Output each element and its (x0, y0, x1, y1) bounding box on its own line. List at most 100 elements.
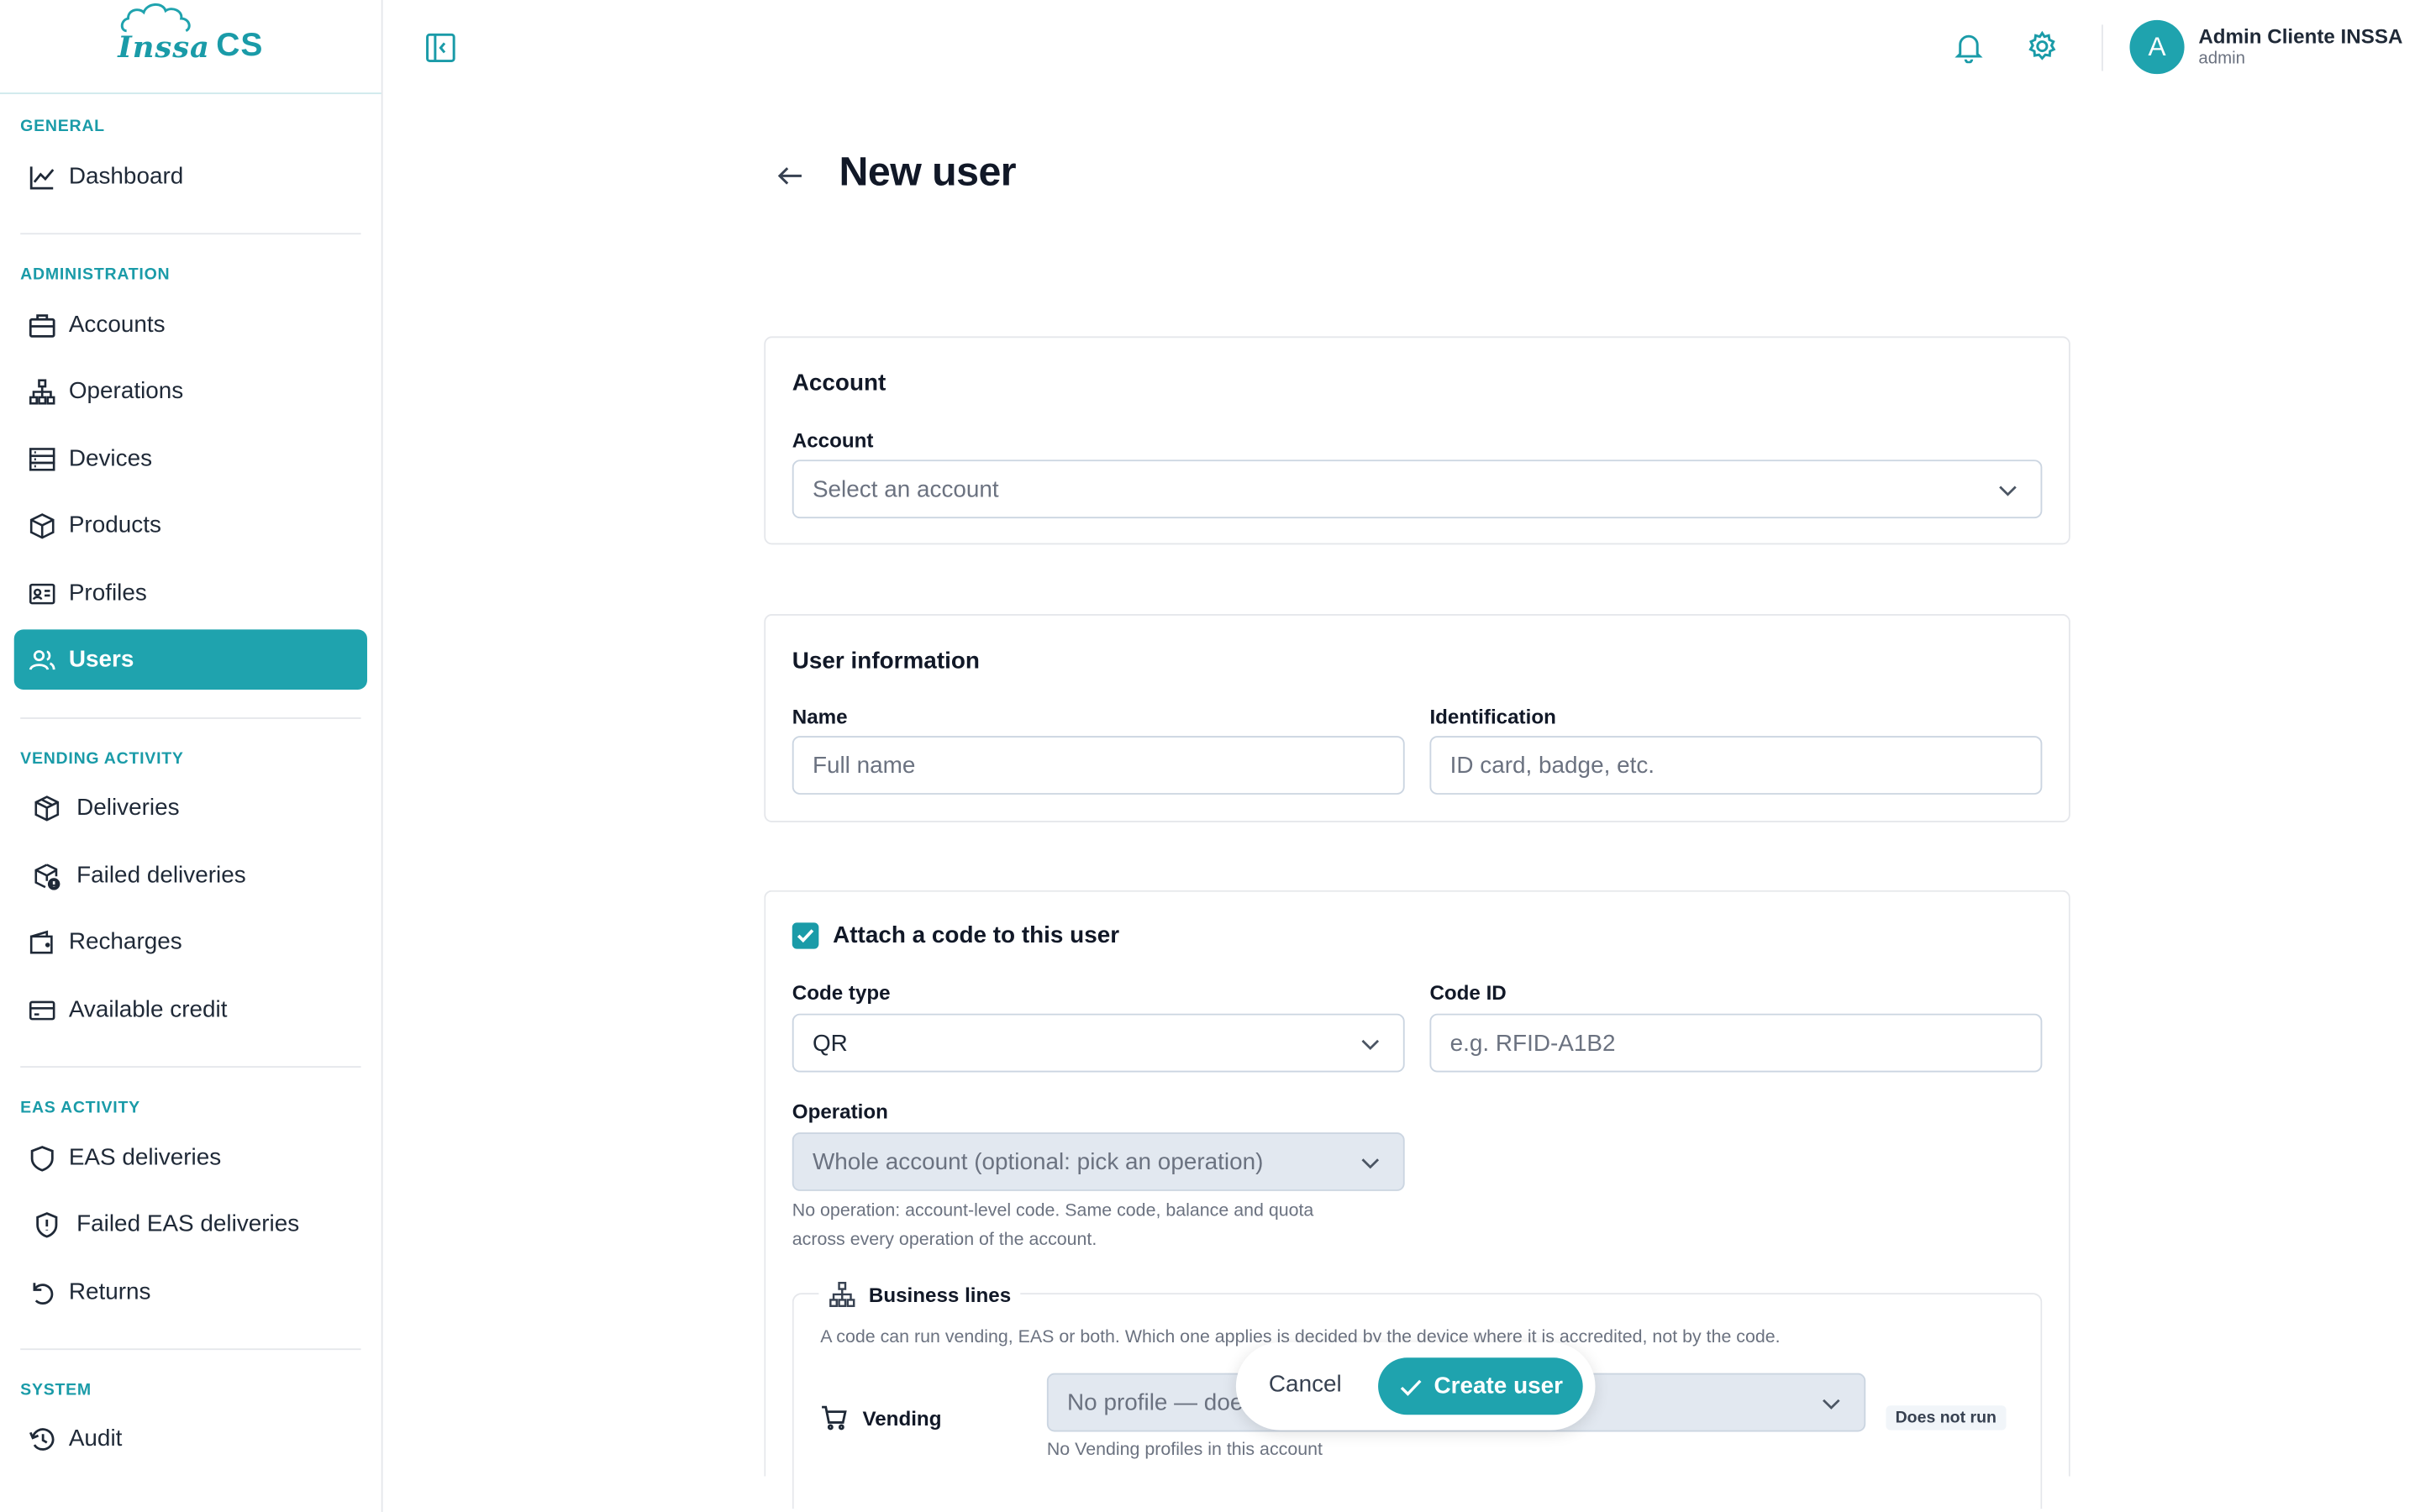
section-general: GENERAL (20, 117, 105, 136)
sidebar-item-audit[interactable]: Audit (14, 1409, 367, 1469)
chevron-down-icon (1361, 1158, 1380, 1169)
sidebar-item-label: Accounts (68, 312, 166, 339)
sidebar-divider (20, 233, 361, 235)
sidebar-item-available-credit[interactable]: Available credit (14, 979, 367, 1040)
sidebar-item-dashboard[interactable]: Dashboard (14, 146, 367, 207)
vending-help: No Vending profiles in this account (1046, 1441, 1323, 1460)
operation-help-line-1: No operation: account-level code. Same c… (792, 1201, 1314, 1221)
hierarchy-icon (829, 1282, 855, 1307)
sidebar-item-products[interactable]: Products (14, 496, 367, 556)
chevron-down-icon (1999, 486, 2017, 496)
sidebar-item-label: Profiles (68, 580, 147, 606)
cart-icon (822, 1405, 847, 1431)
sidebar-item-deliveries[interactable]: Deliveries (14, 778, 367, 838)
sidebar-item-label: Returns (68, 1278, 151, 1305)
sidebar-item-failed-eas-deliveries[interactable]: Failed EAS deliveries (14, 1194, 367, 1255)
id-card-icon (27, 578, 58, 609)
box-icon (27, 510, 58, 541)
sidebar-item-recharges[interactable]: Recharges (14, 911, 367, 972)
section-system: SYSTEM (20, 1380, 92, 1399)
logo-word-cs: CS (216, 28, 264, 64)
sidebar-item-returns[interactable]: Returns (14, 1262, 367, 1322)
create-user-label: Create user (1434, 1373, 1563, 1399)
sidebar-item-label: Failed EAS deliveries (76, 1210, 300, 1238)
back-arrow-icon[interactable] (775, 160, 806, 192)
sidebar-item-label: Deliveries (76, 794, 180, 822)
sidebar-item-label: Dashboard (68, 163, 184, 190)
operation-help-line-2: across every operation of the account. (792, 1231, 1097, 1250)
sidebar-item-label: Audit (68, 1425, 123, 1452)
users-icon (27, 644, 58, 675)
logo-area: Inssa CS (0, 0, 381, 95)
vending-row-label: Vending (820, 1404, 941, 1431)
package-icon (31, 792, 62, 823)
shield-alert-icon (31, 1209, 62, 1240)
operation-select[interactable]: Whole account (optional: pick an operati… (792, 1132, 1405, 1191)
sidebar-item-label: Operations (68, 377, 184, 405)
header-separator (2102, 24, 2103, 71)
status-badge: Does not run (1886, 1405, 2007, 1431)
name-input-placeholder: Full name (812, 752, 916, 779)
name-label: Name (792, 705, 848, 728)
business-lines-legend: Business lines (818, 1280, 1021, 1309)
bell-icon[interactable] (1952, 29, 1986, 64)
floating-action-bar: Cancel Create user (1235, 1341, 1596, 1431)
sidebar-item-failed-deliveries[interactable]: Failed deliveries (14, 846, 367, 906)
briefcase-icon (27, 309, 58, 340)
user-name[interactable]: Admin Cliente INSSA (2198, 24, 2402, 48)
sidebar-item-profiles[interactable]: Profiles (14, 563, 367, 623)
card-title: Account (792, 370, 886, 397)
attach-code-checkbox[interactable] (792, 922, 819, 949)
operation-label: Operation (792, 1100, 888, 1124)
sidebar-item-users[interactable]: Users (13, 629, 367, 690)
sidebar-item-label: Users (68, 646, 134, 673)
sidebar-divider (20, 1066, 361, 1068)
code-type-label: Code type (792, 981, 891, 1005)
chevron-down-icon (1361, 1039, 1380, 1050)
brand-logo[interactable]: Inssa CS (118, 3, 264, 66)
code-type-value: QR (812, 1029, 848, 1057)
rotate-ccw-icon (27, 1277, 58, 1308)
code-id-input[interactable]: e.g. RFID-A1B2 (1429, 1013, 2043, 1073)
create-user-button[interactable]: Create user (1378, 1357, 1583, 1415)
identification-label: Identification (1429, 705, 1556, 728)
sidebar-item-accounts[interactable]: Accounts (14, 295, 367, 355)
logo-word-inssa: Inssa (118, 30, 210, 66)
card-title: User information (792, 648, 980, 675)
sidebar-divider (20, 717, 361, 719)
identification-input-placeholder: ID card, badge, etc. (1449, 752, 1655, 779)
page-title: New user (839, 148, 1017, 195)
chevron-down-icon (1823, 1399, 1840, 1410)
sidebar-item-eas-deliveries[interactable]: EAS deliveries (14, 1128, 367, 1189)
hierarchy-icon (27, 375, 58, 407)
history-icon (27, 1423, 58, 1454)
attach-code-label[interactable]: Attach a code to this user (833, 922, 1119, 948)
sidebar-item-operations[interactable]: Operations (14, 361, 367, 422)
name-input[interactable]: Full name (792, 736, 1405, 795)
account-select[interactable]: Select an account (792, 459, 2043, 519)
cancel-button[interactable]: Cancel (1269, 1372, 1342, 1398)
sidebar-item-label: Failed deliveries (76, 862, 246, 889)
sidebar-toggle-icon[interactable] (424, 31, 458, 65)
account-card: Account Account Select an account (764, 336, 2070, 545)
package-alert-icon (31, 860, 62, 891)
sidebar-item-label: Devices (68, 445, 153, 473)
code-type-select[interactable]: QR (792, 1013, 1405, 1073)
sidebar-item-label: EAS deliveries (68, 1144, 222, 1172)
gear-icon[interactable] (2025, 29, 2060, 63)
vending-label: Vending (862, 1406, 942, 1430)
check-icon (1400, 1378, 1421, 1395)
section-vending: VENDING ACTIVITY (20, 749, 184, 769)
sidebar-item-devices[interactable]: Devices (14, 429, 367, 490)
business-lines-title: Business lines (868, 1283, 1012, 1306)
sidebar-item-label: Products (68, 512, 161, 539)
sidebar-item-label: Available credit (68, 996, 228, 1023)
identification-input[interactable]: ID card, badge, etc. (1429, 736, 2043, 795)
sidebar-divider (20, 1348, 361, 1351)
code-id-label: Code ID (1429, 981, 1507, 1005)
shield-icon (27, 1142, 58, 1173)
avatar[interactable]: A (2129, 19, 2185, 75)
sidebar: Inssa CS GENERAL Dashboard ADMINISTRATIO… (0, 0, 383, 1512)
section-eas: EAS ACTIVITY (20, 1098, 140, 1117)
user-info-card: User information Name Full name Identifi… (764, 614, 2070, 822)
